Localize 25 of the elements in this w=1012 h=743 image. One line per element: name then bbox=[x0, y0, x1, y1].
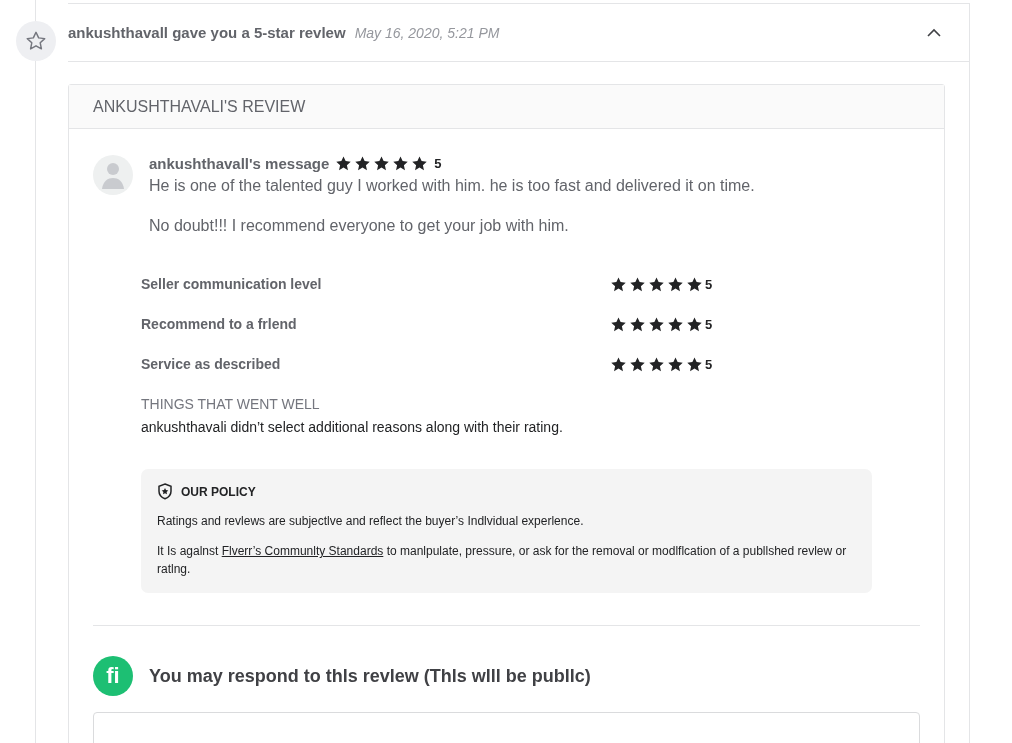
policy-text: Ratings and revlews are subjectlve and reflect the buyer’s Indlvidual experlence. bbox=[157, 513, 585, 530]
rating-score: 5 bbox=[705, 276, 713, 292]
event-title: ankushthavall gave you a 5-star revlew bbox=[68, 24, 346, 41]
review-heading: ANKUSHTHAVALI'S REVIEW bbox=[93, 97, 306, 116]
event-time: May 16, 2020, 5:21 PM bbox=[354, 24, 500, 41]
rating-label: Service as described bbox=[141, 356, 282, 372]
rating-label: Seller communication level bbox=[141, 276, 323, 292]
avatar-icon bbox=[93, 155, 133, 195]
message-author: ankushthavall's message bbox=[149, 155, 330, 172]
policy-text: It Is agalnst Flverr’s Communlty Standards to manlpulate, pressure, or ask for the removal or modlflcation of a publlshed revlew or ratlng. bbox=[157, 543, 848, 578]
rating-score: 5 bbox=[705, 356, 713, 372]
response-title: You may respond to thls revlew (Thls wlll be publlc) bbox=[149, 665, 591, 687]
policy-title: OUR POLICY bbox=[181, 484, 256, 499]
caret-icon bbox=[927, 28, 941, 37]
response-field[interactable] bbox=[93, 712, 920, 743]
rating-score: 5 bbox=[705, 316, 713, 332]
logo-icon: fi bbox=[93, 656, 133, 696]
section-heading: THINGS THAT WENT WELL bbox=[141, 396, 321, 412]
message-text: No doubt!!! I recommend everyone to get your job with him. bbox=[149, 216, 570, 236]
rating-score: 5 bbox=[434, 156, 442, 171]
section-text: ankushthavali didn’t select additional reasons along with their rating. bbox=[141, 419, 564, 435]
shield-star-icon bbox=[157, 483, 173, 500]
rating-label: Recommend to a frlend bbox=[141, 316, 298, 332]
message-text: He is one of the talented guy I worked with him. he is too fast and delivered it on time. bbox=[149, 176, 755, 196]
community-standards-link[interactable]: Flverr’s Communlty Standards bbox=[221, 544, 384, 558]
